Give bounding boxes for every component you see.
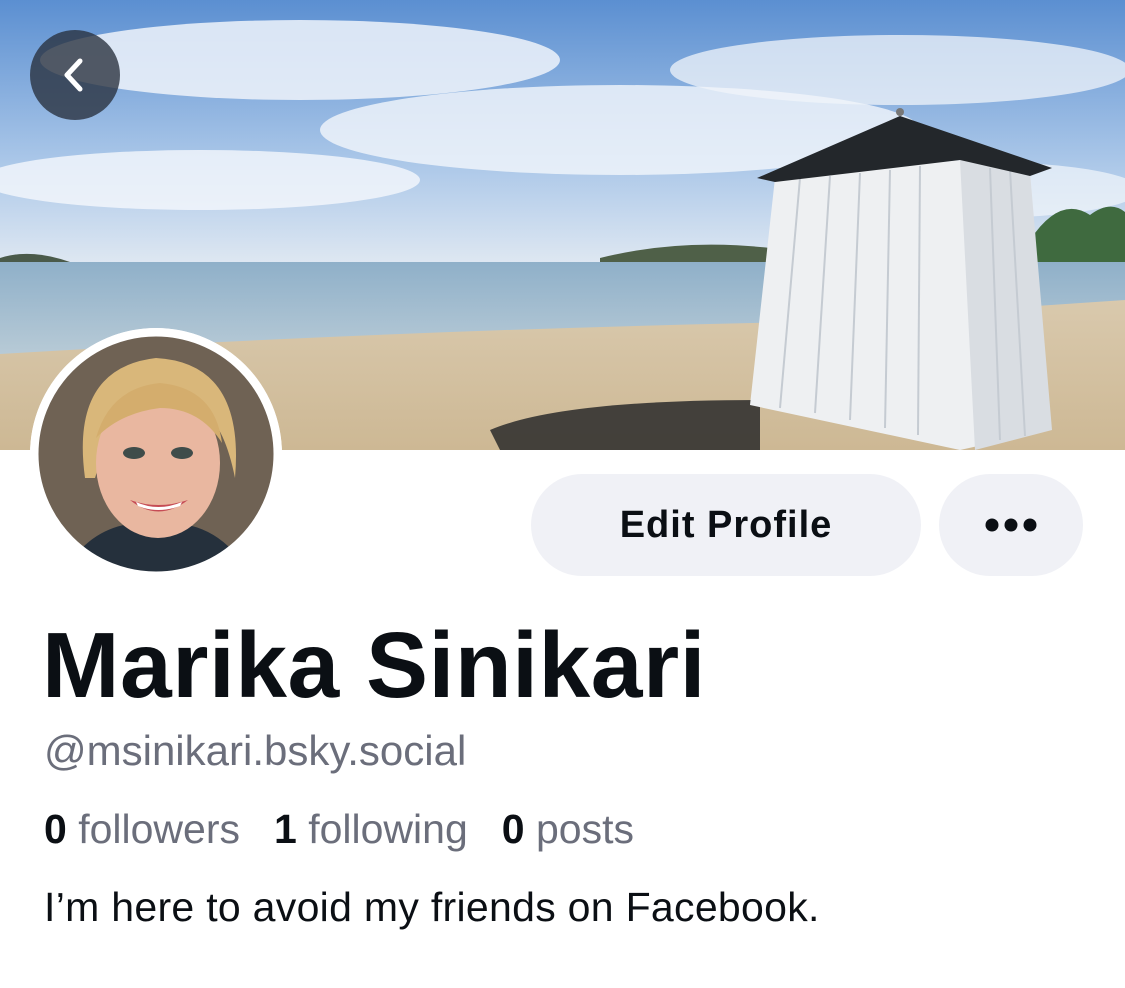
display-name: Marika Sinikari bbox=[42, 613, 706, 717]
edit-profile-button[interactable]: Edit Profile bbox=[531, 474, 921, 576]
followers-stat[interactable]: 0 followers bbox=[44, 806, 240, 853]
profile-bio: I’m here to avoid my friends on Facebook… bbox=[44, 884, 820, 930]
avatar[interactable] bbox=[30, 328, 282, 580]
avatar-image bbox=[30, 328, 282, 580]
profile-stats: 0 followers 1 following 0 posts bbox=[44, 806, 634, 853]
posts-count: 0 bbox=[501, 806, 525, 852]
profile-handle[interactable]: @msinikari.bsky.social bbox=[44, 727, 466, 775]
following-count: 1 bbox=[274, 806, 297, 852]
chevron-left-icon bbox=[64, 58, 83, 92]
followers-label: followers bbox=[78, 806, 240, 852]
following-label: following bbox=[308, 806, 468, 852]
posts-label: posts bbox=[535, 806, 634, 852]
back-button[interactable] bbox=[30, 30, 120, 120]
followers-count: 0 bbox=[44, 806, 67, 852]
ellipsis-icon bbox=[985, 518, 1037, 532]
following-stat[interactable]: 1 following bbox=[274, 806, 468, 853]
more-options-button[interactable] bbox=[939, 474, 1083, 576]
posts-stat[interactable]: 0 posts bbox=[502, 806, 634, 853]
